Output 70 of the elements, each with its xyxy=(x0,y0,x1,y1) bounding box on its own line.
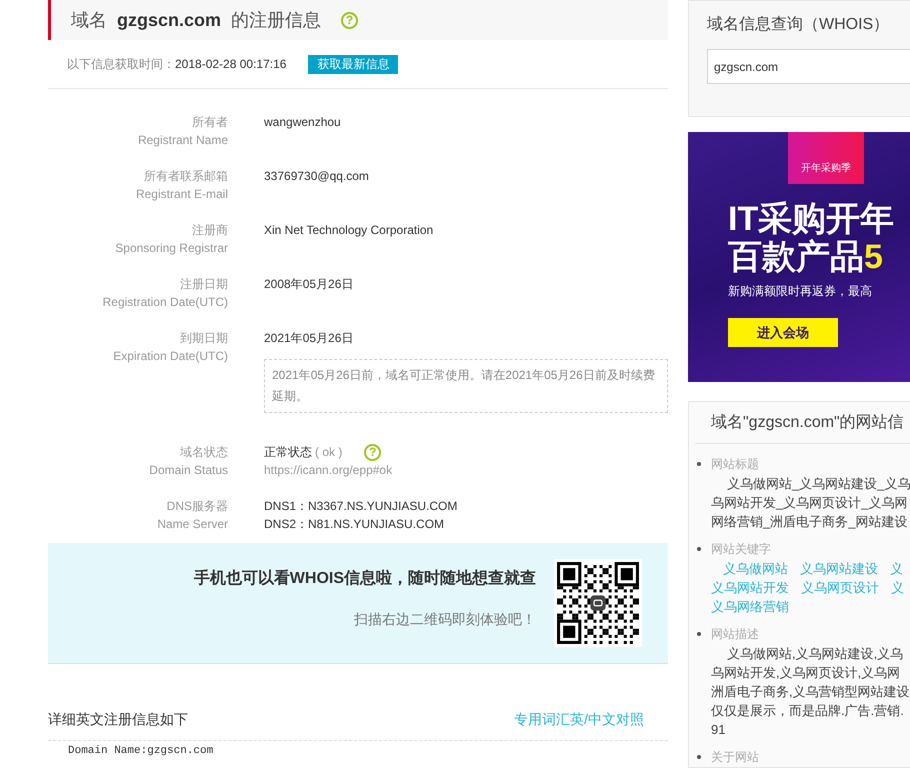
field-label-en: Registration Date(UTC) xyxy=(102,294,228,311)
ad-subtitle: 新购满额限时再返券，最高 xyxy=(728,283,873,300)
status-value: 正常状态 xyxy=(264,444,312,461)
promo-subtitle: 扫描右边二维码即刻体验吧！ xyxy=(354,610,536,628)
field-label: 所有者联系邮箱 xyxy=(144,168,228,185)
refresh-button[interactable]: 获取最新信息 xyxy=(308,54,398,74)
field-value: 33769730@qq.com xyxy=(264,168,370,185)
field-label-en: Expiration Date(UTC) xyxy=(113,348,228,365)
whois-title: 域名信息查询（WHOIS） xyxy=(707,14,890,35)
fetch-time: 2018-02-28 00:17:16 xyxy=(175,56,286,73)
section-text: 91 xyxy=(711,721,726,739)
ad-highlight: 5 xyxy=(864,238,883,276)
field-value: wangwenzhou xyxy=(264,114,342,131)
section-text: 洲盾电子商务,义乌营销型网站建设 xyxy=(711,683,910,701)
section-label: 关于网站 xyxy=(711,749,759,766)
keyword-link[interactable]: 义乌网页设计 xyxy=(801,578,879,597)
status-code: ( ok ) xyxy=(315,444,342,461)
field-label-en: Domain Status xyxy=(149,462,228,479)
section-text: 网络营销_洲盾电子商务_网站建设 xyxy=(711,513,908,531)
bullet-icon xyxy=(697,462,701,466)
keyword-link[interactable]: 义 xyxy=(890,559,903,578)
ad-headline: IT采购开年 xyxy=(728,200,896,238)
field-label: 注册日期 xyxy=(180,276,228,293)
header-title-prefix: 域名 xyxy=(71,8,107,32)
status-link[interactable]: https://icann.org/epp#ok xyxy=(264,461,392,479)
header-title-suffix: 的注册信息 xyxy=(231,8,322,32)
field-value: 2021年05月26日 xyxy=(264,330,354,347)
help-icon[interactable]: ? xyxy=(364,444,382,460)
detail-title: 详细英文注册信息如下 xyxy=(48,710,188,729)
promo-title: 手机也可以看WHOIS信息啦，随时随地想查就查 xyxy=(194,568,536,588)
keyword-link[interactable]: 义乌网站开发 xyxy=(711,578,789,597)
nameserver: DNS1：N3367.NS.YUNJIASU.COM xyxy=(264,498,458,515)
field-value: 2008年05月26日 xyxy=(264,276,354,293)
section-label: 网站描述 xyxy=(711,626,759,643)
domain-name: gzgscn.com xyxy=(117,8,222,32)
bullet-icon xyxy=(697,632,701,636)
field-value: Xin Net Technology Corporation xyxy=(264,222,434,239)
field-label-en: Registrant Name xyxy=(138,132,228,149)
section-label: 网站关键字 xyxy=(711,541,771,558)
keyword-link[interactable]: 义 xyxy=(891,578,904,597)
site-info-title: 域名"gzgscn.com"的网站信 xyxy=(711,412,904,432)
bullet-icon xyxy=(697,547,701,551)
field-label: 所有者 xyxy=(192,114,228,131)
section-text: 乌网站开发,义乌网页设计,义乌网 xyxy=(711,664,902,682)
field-label: 域名状态 xyxy=(180,444,228,461)
ad-enter-button[interactable]: 进入会场 xyxy=(728,318,838,347)
keyword-link[interactable]: 义乌做网站 xyxy=(723,559,788,578)
field-label-en: Sponsoring Registrar xyxy=(115,240,228,257)
ad-headline: 百款产品 xyxy=(728,238,864,276)
section-text: 仅仅是展示，而是品牌.广告.营销. xyxy=(711,702,905,720)
field-label-en: Registrant E-mail xyxy=(136,186,228,203)
keyword-link[interactable]: 义乌网络营销 xyxy=(711,597,789,616)
field-label: DNS服务器 xyxy=(166,498,228,515)
expiry-notice: 2021年05月26日前，域名可正常使用。请在2021年05月26日前及时续费延期。 xyxy=(264,359,668,413)
field-label: 注册商 xyxy=(192,222,228,239)
help-icon[interactable]: ? xyxy=(341,12,358,28)
fetch-label: 以下信息获取时间： xyxy=(67,56,175,73)
glossary-link[interactable]: 专用词汇英/中文对照 xyxy=(514,709,644,730)
section-text: 义乌做网站,义乌网站建设,义乌 xyxy=(726,645,904,663)
field-label-en: Name Server xyxy=(157,516,228,533)
bullet-icon xyxy=(697,755,701,759)
section-text: 义乌做网站_义乌网站建设_义乌 xyxy=(726,475,910,493)
field-label: 到期日期 xyxy=(180,330,228,347)
nameserver: DNS2：N81.NS.YUNJIASU.COM xyxy=(264,516,446,533)
keyword-link[interactable]: 义乌网站建设 xyxy=(800,559,878,578)
section-text: 乌网站开发_义乌网页设计_义乌网 xyxy=(711,494,908,512)
ad-badge: 开年采购季 xyxy=(788,132,864,184)
section-label: 网站标题 xyxy=(711,456,759,473)
whois-raw-line: Domain Name:gzgscn.com xyxy=(67,744,214,759)
domain-input[interactable]: gzgscn.com xyxy=(707,49,910,84)
